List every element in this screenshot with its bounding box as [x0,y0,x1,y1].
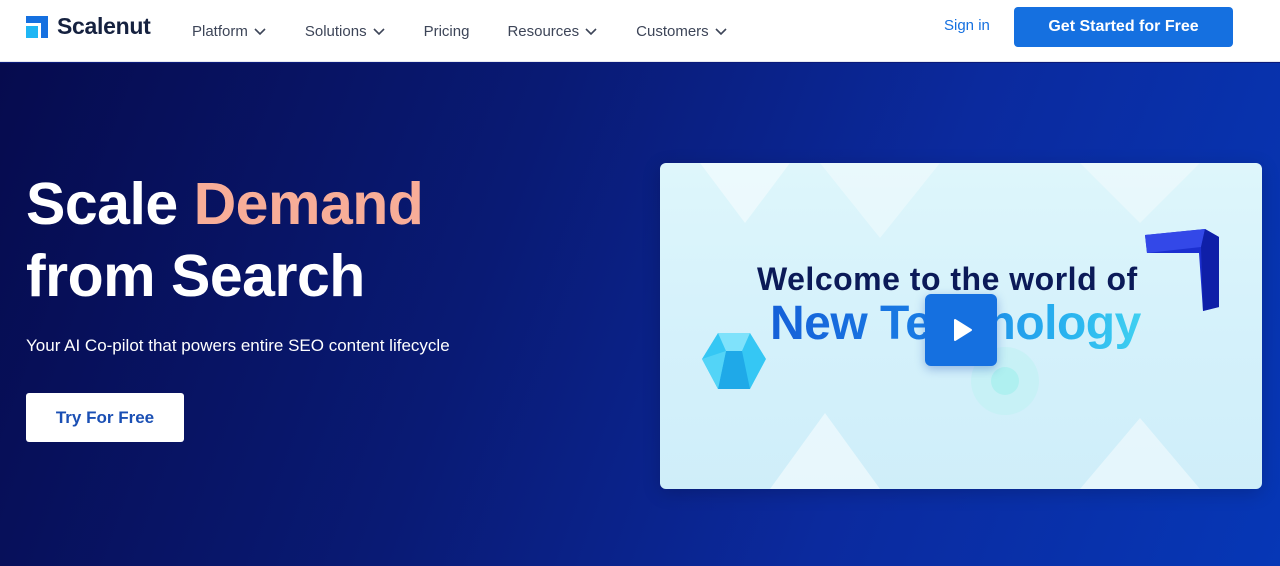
brand-logo[interactable]: Scalenut [26,13,151,40]
headline-text: Scale [26,171,194,237]
nav-item-platform[interactable]: Platform [192,23,267,40]
chevron-down-icon [715,28,727,36]
try-for-free-button[interactable]: Try For Free [26,393,184,442]
chevron-down-icon [254,28,266,36]
nav-item-resources[interactable]: Resources [507,23,598,40]
headline-accent: Demand [193,171,424,237]
brand-name: Scalenut [57,13,151,39]
play-button[interactable] [925,294,997,366]
nav-item-label: Resources [507,22,580,40]
hero-section: Scale Demand from Search Your AI Co-pilo… [0,63,1280,566]
3d-bracket-shape [1145,229,1219,311]
get-started-button[interactable]: Get Started for Free [1014,7,1233,47]
sign-in-link[interactable]: Sign in [944,17,990,34]
nav-item-label: Pricing [423,22,470,40]
chevron-down-icon [585,28,597,36]
video-player[interactable]: Welcome to the world of New Technology [660,163,1262,489]
nav-item-pricing[interactable]: Pricing [424,23,470,40]
nav-item-customers[interactable]: Customers [636,23,728,40]
top-navigation: Scalenut Platform Solutions Pricing Reso… [0,0,1280,62]
hero-subheadline: Your AI Co-pilot that powers entire SEO … [26,336,450,355]
nav-item-label: Customers [636,22,709,40]
video-title-line1: Welcome to the world of [757,261,1138,297]
main-menu: Platform Solutions Pricing Resources Cus… [192,0,766,62]
scalenut-logo-icon [26,15,48,38]
headline-text-line2: from Search [26,243,365,309]
nav-item-label: Solutions [304,22,367,40]
play-icon [954,319,972,341]
nav-item-solutions[interactable]: Solutions [305,23,386,40]
hero-headline: Scale Demand from Search [26,168,424,312]
chevron-down-icon [373,28,385,36]
crystal-gem-icon [702,333,766,389]
nav-item-label: Platform [192,22,248,40]
